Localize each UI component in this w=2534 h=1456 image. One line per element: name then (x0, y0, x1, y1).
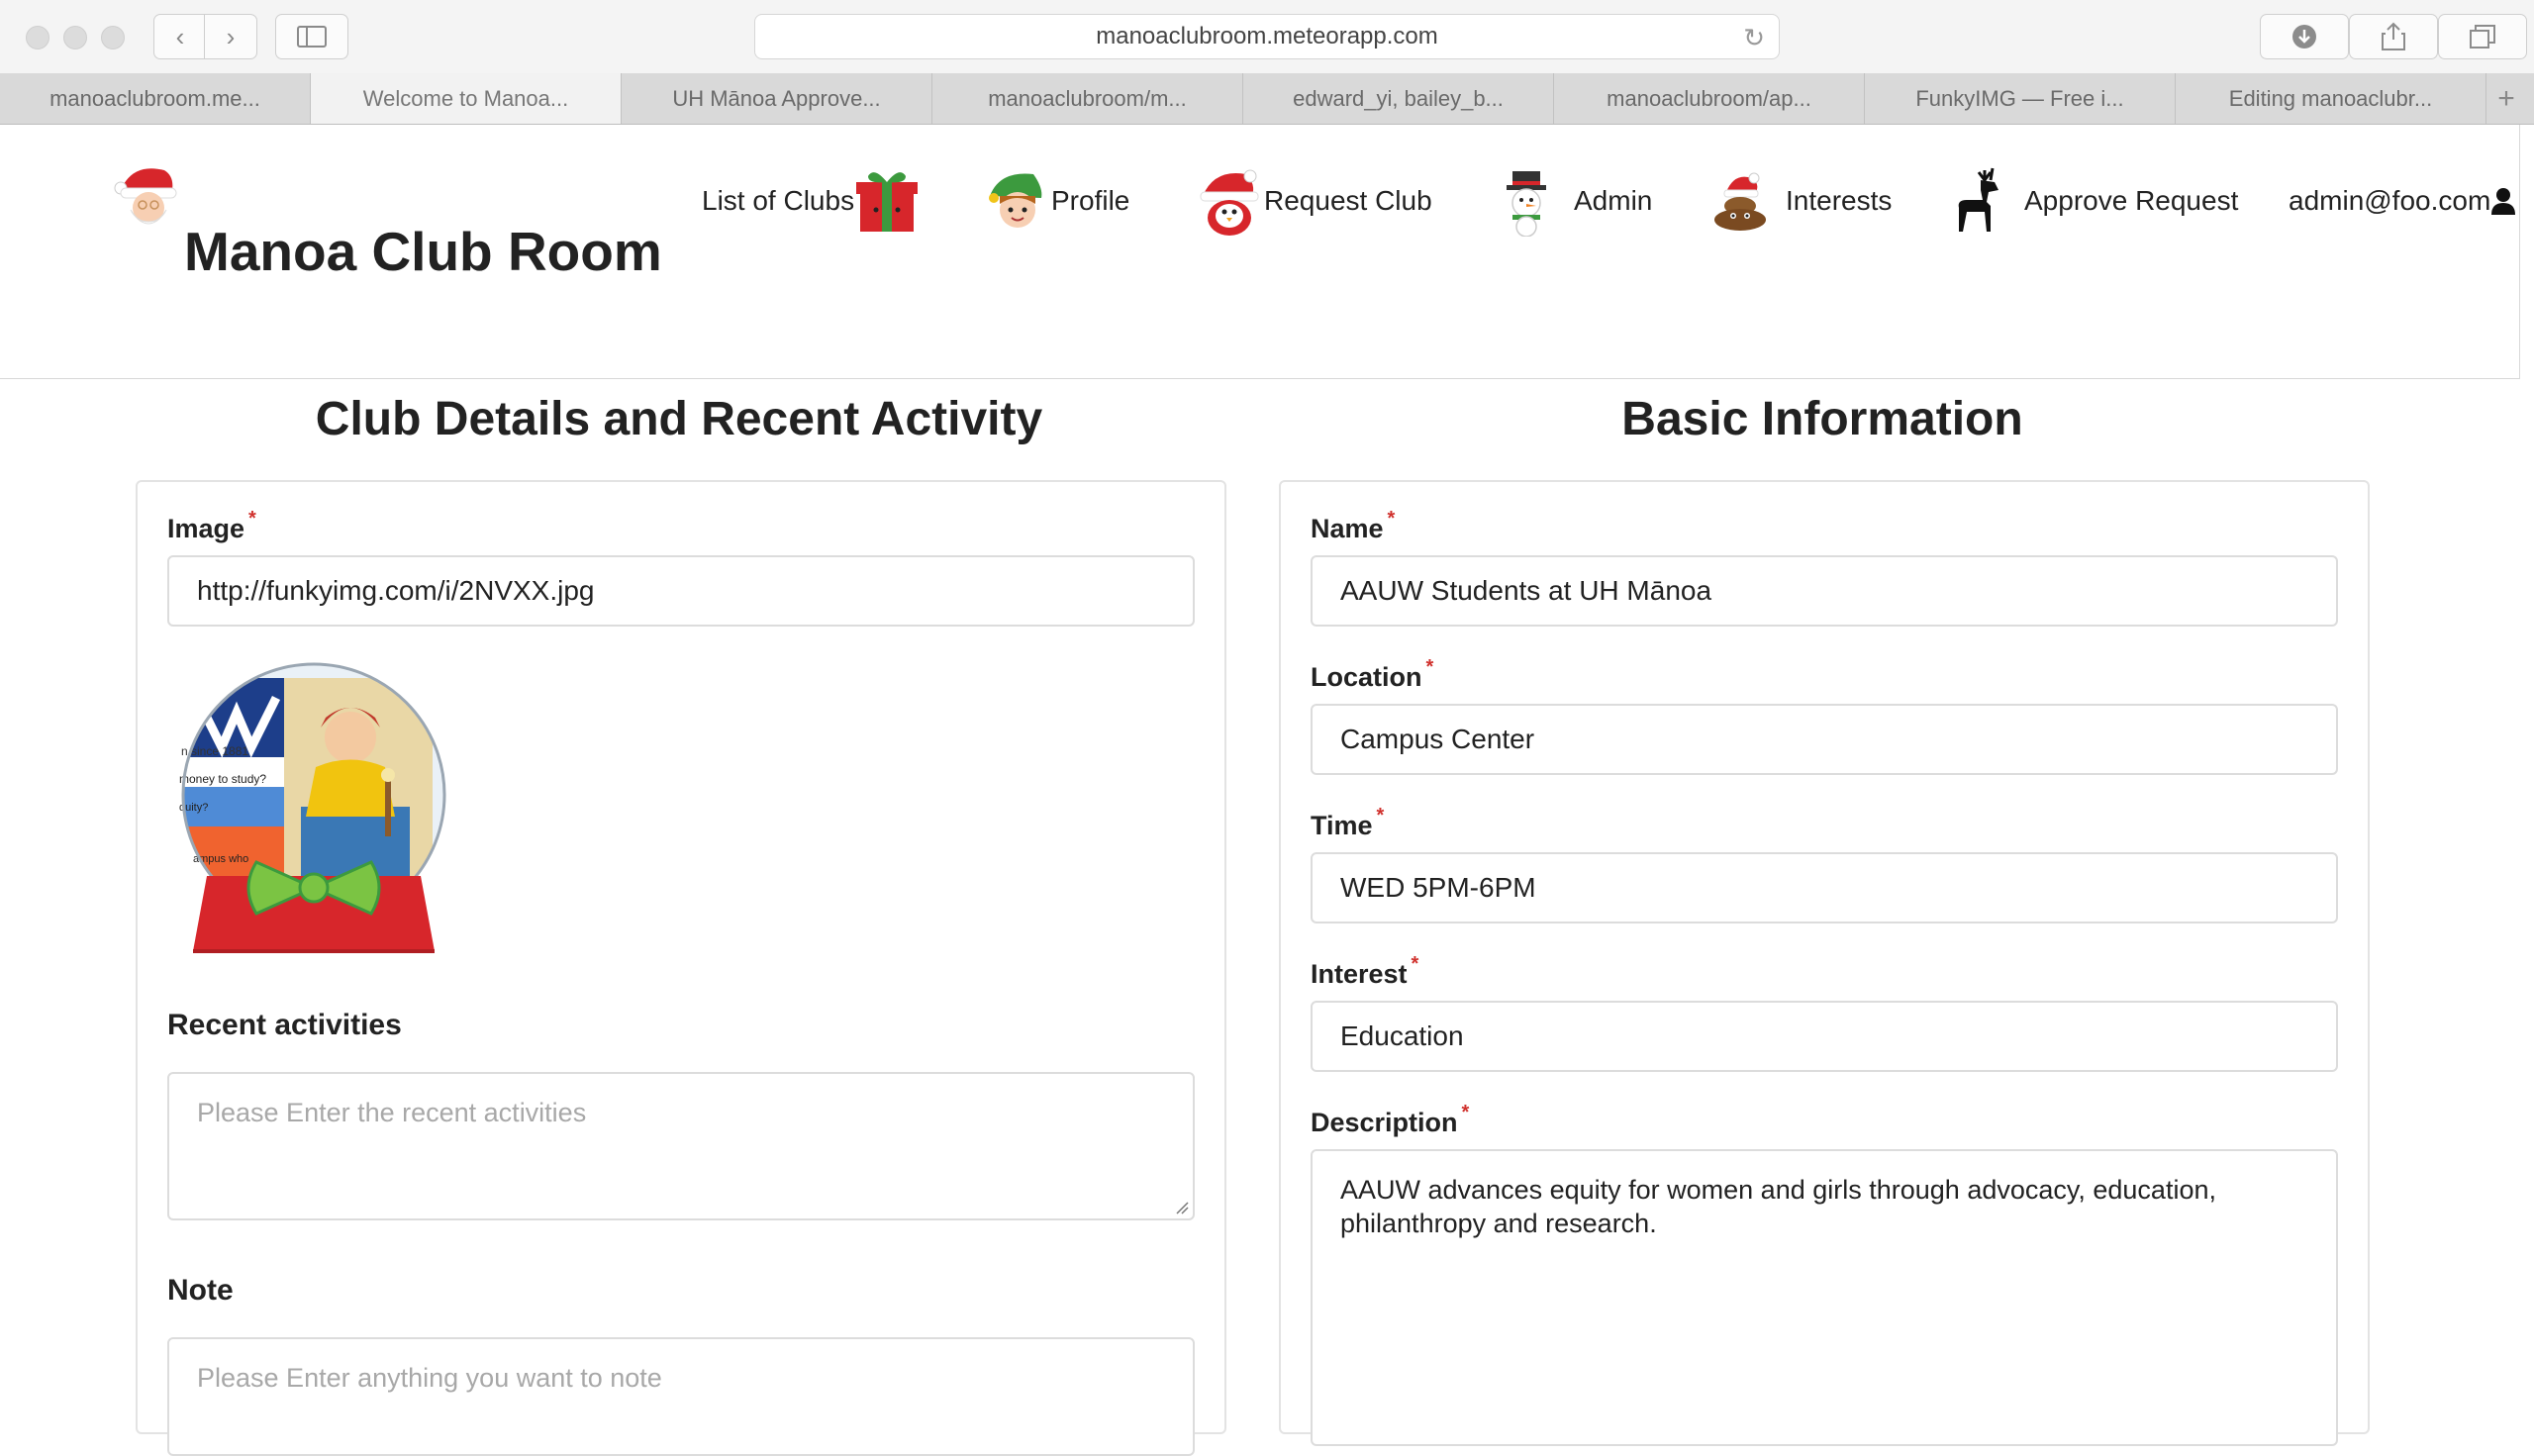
downloads-button[interactable] (2260, 14, 2349, 59)
nav-profile[interactable]: Profile (984, 166, 1129, 236)
recent-activities-placeholder: Please Enter the recent activities (197, 1098, 587, 1127)
location-input[interactable]: Campus Center (1311, 704, 2338, 775)
name-label-text: Name (1311, 514, 1384, 543)
club-details-title: Club Details and Recent Activity (315, 393, 1043, 445)
penguin-icon (1200, 169, 1259, 236)
interest-input[interactable]: Education (1311, 1001, 2338, 1072)
recent-activities-label: Recent activities (167, 1009, 402, 1041)
user-icon (2491, 188, 2516, 215)
required-marker: * (1425, 656, 1434, 678)
plus-icon: + (2497, 81, 2515, 115)
club-details-card: Image * http://funkyimg.com/i/2NVXX.jpg n… (136, 480, 1226, 1456)
nav-interests[interactable]: Interests (1708, 166, 1892, 236)
sidebar-toggle-button[interactable] (275, 14, 348, 59)
window-zoom-button[interactable] (101, 26, 125, 49)
brand-title: Manoa Club Room (184, 221, 662, 282)
download-icon (2292, 25, 2316, 49)
app-navbar: Manoa Club Room List of Clubs Profile Re… (0, 125, 2520, 379)
nav-label: Profile (1051, 185, 1130, 216)
basic-information-title: Basic Information (1621, 393, 2023, 445)
interest-label-text: Interest (1311, 959, 1408, 989)
resize-handle-icon[interactable] (1175, 1201, 1189, 1214)
browser-tab[interactable]: FunkyIMG — Free i... (1865, 73, 2176, 124)
tab-strip: manoaclubroom.me... Welcome to Manoa... … (0, 73, 2534, 125)
image-label: Image * (167, 508, 256, 544)
browser-tab-active[interactable]: Welcome to Manoa... (311, 73, 622, 124)
nav-admin[interactable]: Admin (1497, 166, 1653, 237)
description-label-text: Description (1311, 1108, 1458, 1137)
image-url-input[interactable]: http://funkyimg.com/i/2NVXX.jpg (167, 555, 1195, 627)
nav-approve-request[interactable]: Approve Request (1947, 166, 2238, 236)
nav-label: Interests (1786, 185, 1893, 216)
new-tab-button[interactable]: + (2486, 73, 2526, 124)
elf-icon (989, 173, 1042, 228)
nav-label: List of Clubs (702, 185, 855, 216)
chevron-left-icon: ‹ (175, 21, 185, 51)
nav-user-menu[interactable]: admin@foo.com (2289, 166, 2516, 236)
note-placeholder: Please Enter anything you want to note (197, 1363, 662, 1393)
name-input[interactable]: AAUW Students at UH Mānoa (1311, 555, 2338, 627)
description-textarea[interactable]: AAUW advances equity for women and girls… (1311, 1149, 2338, 1446)
required-marker: * (248, 508, 256, 530)
location-label: Location * (1311, 656, 1433, 693)
browser-tab[interactable]: edward_yi, bailey_b... (1243, 73, 1554, 124)
address-bar[interactable]: manoaclubroom.meteorapp.com ↻ (754, 14, 1780, 59)
user-email: admin@foo.com (2289, 185, 2491, 216)
nav-label: Admin (1574, 185, 1653, 216)
basic-information-card: Name * AAUW Students at UH Mānoa Location… (1279, 480, 2370, 1446)
back-button[interactable]: ‹ (153, 14, 207, 59)
forward-button[interactable]: › (204, 14, 257, 59)
nav-request-club[interactable]: Request Club (1195, 166, 1432, 236)
note-textarea[interactable]: Please Enter anything you want to note (167, 1337, 1195, 1456)
interest-label: Interest * (1311, 953, 1418, 990)
note-label: Note (167, 1274, 234, 1307)
image-label-text: Image (167, 514, 245, 543)
location-label-text: Location (1311, 662, 1422, 692)
browser-tab[interactable]: manoaclubroom/m... (932, 73, 1243, 124)
snowman-icon (1507, 171, 1546, 237)
share-button[interactable] (2349, 14, 2438, 59)
time-label-text: Time (1311, 811, 1373, 840)
reindeer-icon (1958, 167, 1998, 232)
browser-titlebar: ‹ › manoaclubroom.meteorapp.com ↻ (0, 0, 2534, 74)
browser-tab[interactable]: UH Mānoa Approve... (622, 73, 932, 124)
browser-tab[interactable]: manoaclubroom/ap... (1554, 73, 1865, 124)
share-icon (2382, 22, 2405, 50)
required-marker: * (1376, 805, 1385, 826)
poop-santa-hat-icon (1714, 172, 1766, 231)
recent-activities-textarea[interactable]: Please Enter the recent activities (167, 1072, 1195, 1220)
required-marker: * (1387, 508, 1396, 530)
club-image-snowglobe: n since 1881 money to study? quity? ampu… (179, 662, 446, 953)
name-label: Name * (1311, 508, 1395, 544)
browser-tab[interactable]: Editing manoaclubr... (2176, 73, 2486, 124)
reload-icon[interactable]: ↻ (1743, 23, 1765, 53)
url-text: manoaclubroom.meteorapp.com (1096, 23, 1438, 49)
sidebar-icon (297, 26, 327, 48)
chevron-right-icon: › (226, 21, 236, 51)
browser-chrome: ‹ › manoaclubroom.meteorapp.com ↻ manoac… (0, 0, 2534, 125)
tabs-icon (2470, 25, 2495, 49)
window-minimize-button[interactable] (63, 26, 87, 49)
tabs-overview-button[interactable] (2438, 14, 2527, 59)
description-label: Description * (1311, 1102, 1469, 1138)
nav-label: Approve Request (2024, 185, 2239, 216)
santa-icon (114, 168, 177, 225)
nav-list-of-clubs[interactable]: List of Clubs (702, 166, 920, 236)
gift-icon (856, 172, 919, 232)
time-input[interactable]: WED 5PM-6PM (1311, 852, 2338, 923)
time-label: Time * (1311, 805, 1384, 841)
required-marker: * (1411, 953, 1419, 975)
required-marker: * (1461, 1102, 1470, 1123)
window-close-button[interactable] (26, 26, 49, 49)
snowglobe-text-money: money to study? (179, 772, 266, 786)
nav-label: Request Club (1264, 185, 1432, 216)
browser-tab[interactable]: manoaclubroom.me... (0, 73, 311, 124)
